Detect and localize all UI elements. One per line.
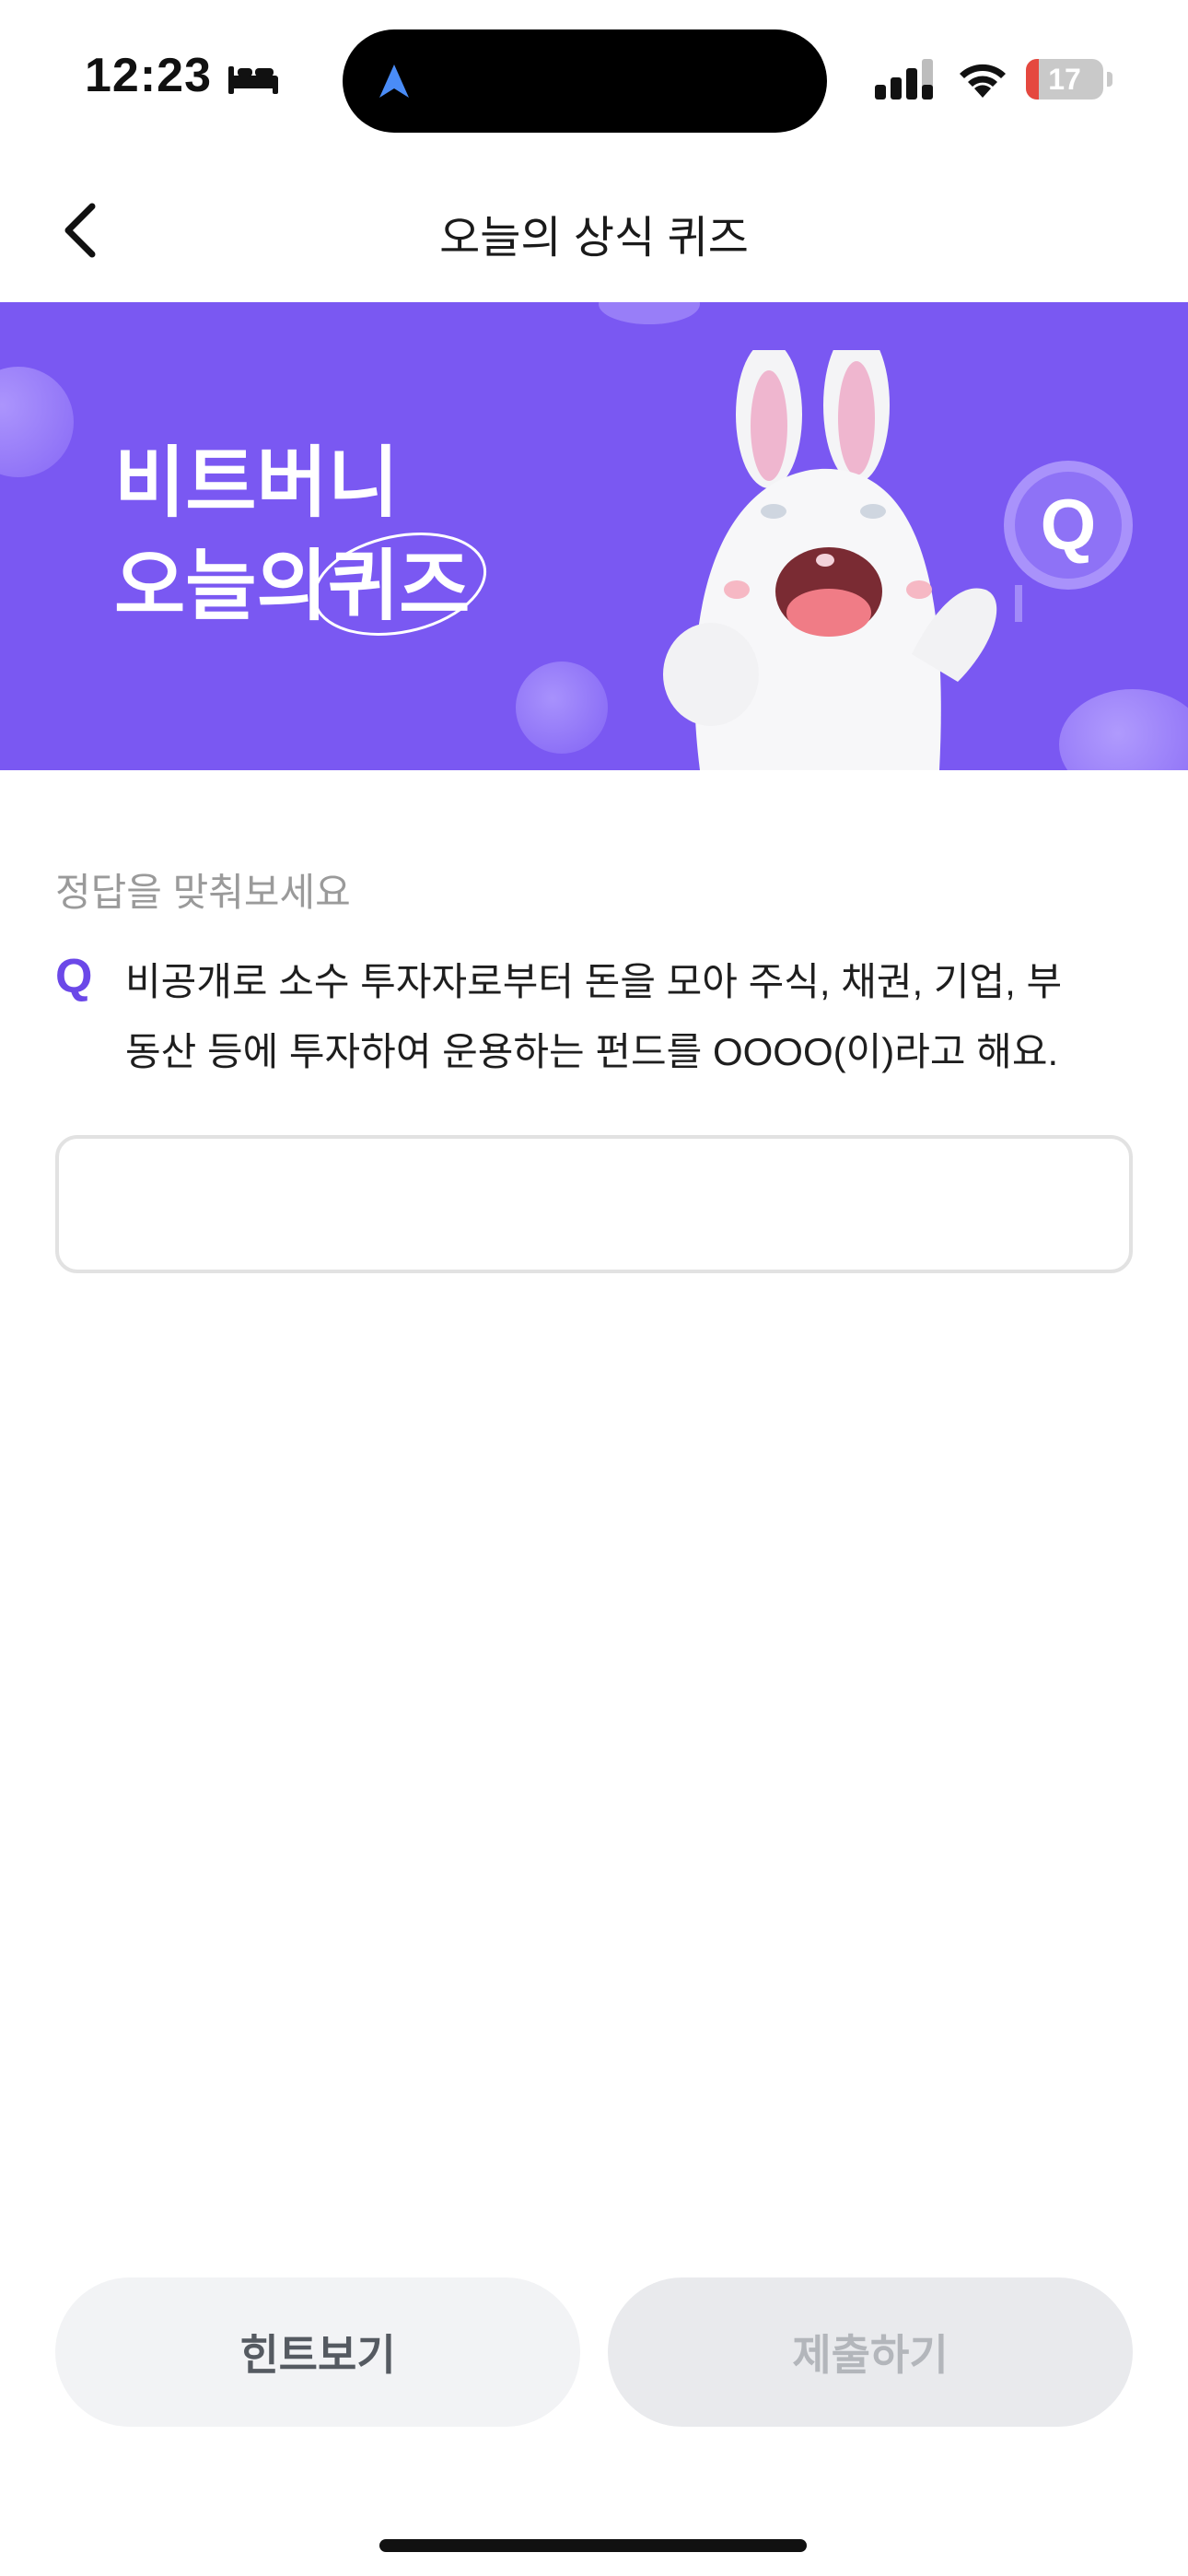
page-title: 오늘의 상식 퀴즈 [439, 214, 749, 263]
decorative-coin [0, 367, 74, 477]
battery-icon: 17 [1026, 59, 1112, 100]
decorative-coin [599, 302, 700, 324]
navigation-header: 오늘의 상식 퀴즈 [0, 157, 1188, 302]
quiz-instruction: 정답을 맞춰보세요 [55, 871, 351, 914]
cellular-signal-icon [875, 59, 933, 100]
banner-title-prefix: 오늘의 [114, 543, 328, 629]
decorative-coin [516, 662, 608, 754]
battery-body: 17 [1026, 59, 1103, 100]
banner-title-line2: 오늘의 퀴즈 [114, 533, 486, 638]
question-label: Q [55, 950, 93, 1003]
submit-button[interactable]: 제출하기 [608, 2277, 1133, 2427]
banner-title: 비트버니 오늘의 퀴즈 [114, 431, 486, 638]
status-time: 12:23 [85, 49, 212, 102]
bed-icon [228, 66, 278, 94]
hint-button[interactable]: 힌트보기 [55, 2277, 580, 2427]
question-text: 비공개로 소수 투자자로부터 돈을 모아 주식, 채권, 기업, 부 동산 등에… [125, 947, 1138, 1087]
bunny-mascot-icon: Q [663, 350, 1133, 770]
home-indicator [379, 2539, 807, 2552]
dynamic-island [343, 29, 827, 133]
sign-letter: Q [1041, 484, 1097, 565]
battery-level-text: 17 [1048, 63, 1081, 96]
banner-title-line1: 비트버니 [114, 439, 400, 526]
quiz-banner: 비트버니 오늘의 퀴즈 Q [0, 302, 1188, 770]
status-bar: 12:23 17 [0, 0, 1188, 157]
question-line: 비공개로 소수 투자자로부터 돈을 모아 주식, 채권, 기업, 부 [125, 960, 1063, 1003]
wifi-icon [960, 64, 1006, 98]
ellipse-outline-icon [312, 533, 486, 636]
battery-cap [1107, 72, 1112, 87]
banner-title-highlight-wrap: 퀴즈 [312, 533, 486, 638]
question-line: 동산 등에 투자하여 운용하는 펀드를 OOOO(이)라고 해요. [125, 1030, 1059, 1073]
answer-input[interactable] [55, 1135, 1133, 1273]
location-arrow-icon [379, 64, 409, 98]
